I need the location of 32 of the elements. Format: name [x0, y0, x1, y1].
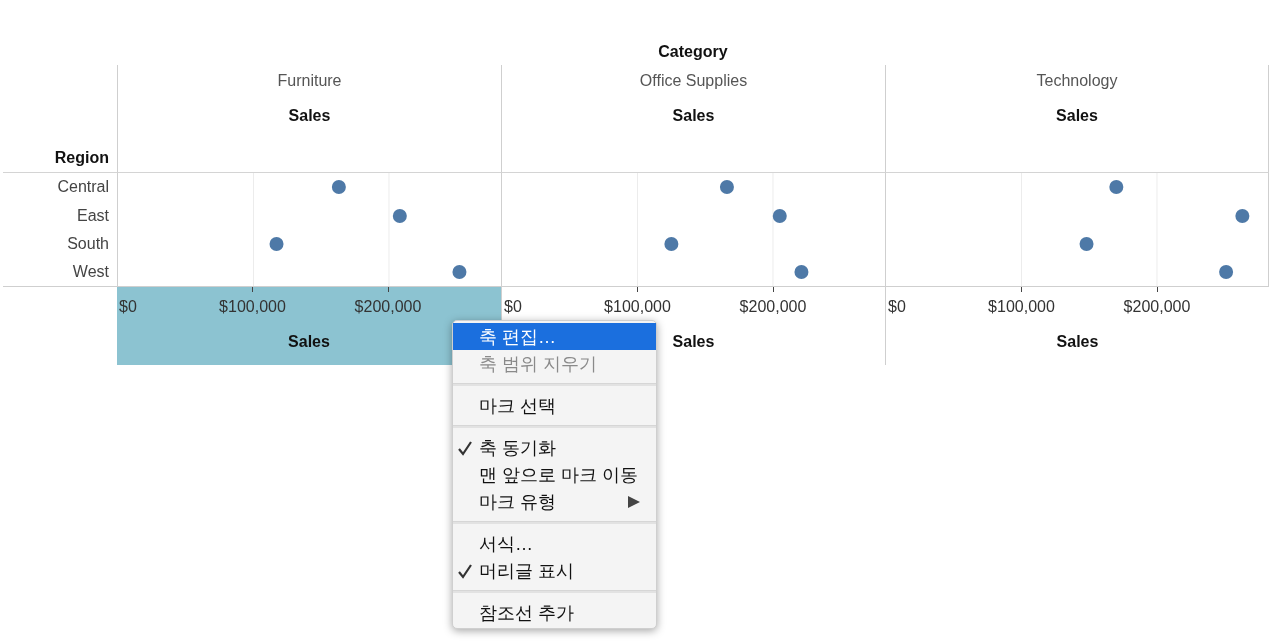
tick-label: $100,000 — [988, 297, 1055, 317]
menu-item[interactable]: 마크 선택 — [453, 392, 656, 419]
tick-label: $0 — [119, 297, 137, 317]
region-label: East — [77, 206, 109, 226]
measure-header: Sales — [288, 106, 331, 126]
menu-item[interactable]: 축 동기화 — [453, 434, 656, 461]
measure-header: Sales — [672, 106, 715, 126]
tick-label: $200,000 — [739, 297, 807, 317]
menu-item[interactable]: 마크 유형 — [453, 488, 656, 515]
tick-label: $100,000 — [604, 297, 671, 317]
category-header: Office Supplies — [639, 71, 748, 91]
tick-label: $200,000 — [354, 297, 422, 317]
row-header: Region — [54, 148, 109, 168]
menu-item[interactable]: 머리글 표시 — [453, 557, 656, 584]
measure-header: Sales — [1056, 106, 1098, 126]
category-header: Technology — [1036, 71, 1118, 91]
axis-title: Sales — [1056, 332, 1099, 352]
menu-item[interactable]: 맨 앞으로 마크 이동 — [453, 461, 656, 488]
tick-label: $0 — [888, 297, 906, 317]
tick-label: $200,000 — [1123, 297, 1191, 317]
axis-title: Sales — [288, 332, 330, 352]
tick-label: $100,000 — [219, 297, 286, 317]
category-header: Furniture — [277, 71, 342, 91]
region-label: South — [67, 234, 109, 254]
menu-item[interactable]: 서식… — [453, 530, 656, 557]
region-label: Central — [57, 177, 109, 197]
region-label: West — [72, 262, 109, 282]
menu-item[interactable]: 축 편집… — [453, 323, 656, 350]
tick-label: $0 — [504, 297, 522, 317]
column-header: Category — [658, 42, 728, 62]
menu-item[interactable]: 참조선 추가 — [453, 599, 656, 626]
axis-title: Sales — [672, 332, 715, 352]
